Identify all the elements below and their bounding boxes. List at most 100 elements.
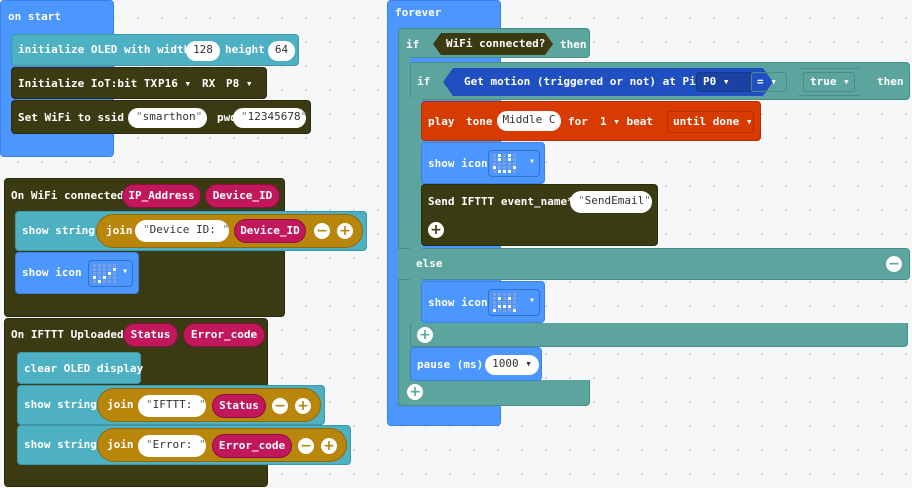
oled-init-block[interactable]: initialize OLED with width 128 height 64 (11, 34, 299, 66)
clear-oled-label: clear OLED display (24, 362, 144, 375)
iot-init-block[interactable]: Initialize IoT:bit TX P16 ▾ RX P8 ▾ (11, 67, 267, 99)
icon-picker[interactable]: ▾ (488, 289, 540, 316)
led-dot (113, 272, 116, 275)
device-text-value: Device ID: (149, 223, 216, 236)
led-dot (93, 264, 96, 267)
pause-label: pause (ms) (417, 358, 484, 371)
device-id-var[interactable]: Device_ID (234, 219, 306, 243)
param-status[interactable]: Status (123, 323, 178, 347)
led-dot (503, 293, 506, 296)
pin-dropdown[interactable]: P0 ▾ (696, 72, 752, 92)
led-dot (503, 170, 506, 173)
wifi-connected-condition[interactable]: WiFi connected? (433, 33, 553, 55)
status-var[interactable]: Status (212, 394, 266, 418)
on-start-title: on start (8, 10, 61, 23)
event-name-input[interactable]: "SendEmail" (570, 191, 652, 213)
led-dot (113, 280, 116, 283)
join-block-error[interactable]: join "Error: " Error_code − + (97, 428, 347, 462)
led-dot (498, 154, 501, 157)
icon-picker[interactable]: ▾ (88, 260, 133, 287)
led-dot (493, 162, 496, 165)
led-dot (513, 293, 516, 296)
inner-if-block[interactable]: if Get motion (triggered or not) at Pin … (410, 62, 910, 100)
led-dot (493, 170, 496, 173)
led-dot (513, 297, 516, 300)
led-dot (93, 268, 96, 271)
chevron-down-icon: ▾ (528, 156, 535, 167)
rx-pin-dropdown[interactable]: P8 ▾ (226, 75, 253, 95)
led-dot (498, 170, 501, 173)
led-dot (498, 166, 501, 169)
plus-icon[interactable]: + (428, 222, 444, 238)
led-dot (498, 309, 501, 312)
led-dot (498, 305, 501, 308)
led-dot (108, 264, 111, 267)
icon-picker[interactable]: ▾ (488, 150, 540, 177)
show-icon-block-else[interactable]: show icon ▾ (421, 281, 545, 323)
led-dot (503, 305, 506, 308)
led-dot (103, 272, 106, 275)
note-input[interactable]: Middle C (497, 111, 561, 131)
show-string-label: show string (22, 224, 95, 237)
pwd-input[interactable]: "12345678" (233, 108, 307, 128)
led-dot (103, 268, 106, 271)
show-icon-block-wifi[interactable]: show icon ▾ (15, 252, 139, 294)
led-dot (493, 158, 496, 161)
outer-if-block[interactable]: if WiFi connected? then (398, 28, 590, 58)
minus-icon[interactable]: − (886, 256, 902, 272)
led-dot (513, 154, 516, 157)
led-dot (113, 268, 116, 271)
send-ifttt-block[interactable]: Send IFTTT event_name* "SendEmail" + (421, 184, 658, 246)
operator-value: = ▾ (757, 75, 777, 88)
motion-label: Get motion (triggered or not) at Pin (464, 75, 703, 88)
oled-init-label: initialize OLED with width (18, 43, 191, 56)
ssid-input[interactable]: "smarthon" (128, 108, 207, 128)
minus-icon[interactable]: − (298, 438, 314, 454)
play-tone-block[interactable]: play tone Middle C for 1 ▾ beat until do… (421, 101, 761, 141)
device-text-input[interactable]: "Device ID: " (135, 220, 229, 242)
plus-icon[interactable]: + (295, 398, 311, 414)
bool-block[interactable]: true ▾ (789, 68, 869, 96)
plus-icon[interactable]: + (407, 384, 423, 400)
led-dot (503, 162, 506, 165)
minus-icon[interactable]: − (272, 398, 288, 414)
tx-pin-dropdown[interactable]: P16 ▾ (158, 75, 191, 95)
outer-if-body-left (398, 56, 410, 406)
wifi-set-block[interactable]: Set WiFi to ssid "smarthon" pwd "1234567… (11, 100, 311, 134)
pin-value: P0 ▾ (703, 75, 730, 88)
param-device-id[interactable]: Device_ID (205, 184, 280, 208)
led-dot (498, 301, 501, 304)
join-block-ifttt[interactable]: join "IFTTT: " Status − + (97, 388, 321, 422)
error-text-input[interactable]: "Error: " (138, 435, 206, 457)
oled-height-input[interactable]: 64 (268, 41, 295, 61)
pause-dropdown[interactable]: 1000 ▾ (485, 355, 539, 375)
led-dot (508, 158, 511, 161)
clear-oled-block[interactable]: clear OLED display (17, 352, 144, 384)
happy-icon (493, 154, 519, 174)
outer-if-label: if (406, 38, 420, 51)
minus-icon[interactable]: − (314, 223, 330, 239)
plus-icon[interactable]: + (417, 327, 433, 343)
led-dot (493, 309, 496, 312)
plus-icon[interactable]: + (337, 223, 353, 239)
beat-dropdown[interactable]: 1 ▾ beat (600, 113, 653, 133)
show-string-ifttt-label: show string (24, 398, 97, 411)
led-dot (513, 166, 516, 169)
join-block-device[interactable]: join "Device ID: " Device_ID − + (96, 214, 363, 248)
else-bar[interactable]: else − (398, 248, 910, 280)
plus-icon[interactable]: + (321, 438, 337, 454)
param-ip-address[interactable]: IP_Address (122, 184, 201, 208)
param-error-code[interactable]: Error_code (183, 323, 265, 347)
ifttt-text-input[interactable]: "IFTTT: " (138, 395, 206, 417)
operator-dropdown[interactable]: = ▾ (751, 72, 787, 92)
led-dot (108, 276, 111, 279)
led-dot (493, 305, 496, 308)
pause-block[interactable]: pause (ms) 1000 ▾ (410, 347, 542, 381)
show-icon-block-then[interactable]: show icon ▾ (421, 142, 545, 184)
error-code-var[interactable]: Error_code (212, 434, 292, 458)
mode-dropdown[interactable]: until done ▾ (667, 111, 754, 133)
bool-dropdown[interactable]: true ▾ (803, 72, 855, 92)
motion-condition[interactable]: Get motion (triggered or not) at Pin P0 … (443, 68, 773, 96)
join-error-label: join (107, 438, 134, 451)
oled-width-input[interactable]: 128 (186, 41, 220, 61)
